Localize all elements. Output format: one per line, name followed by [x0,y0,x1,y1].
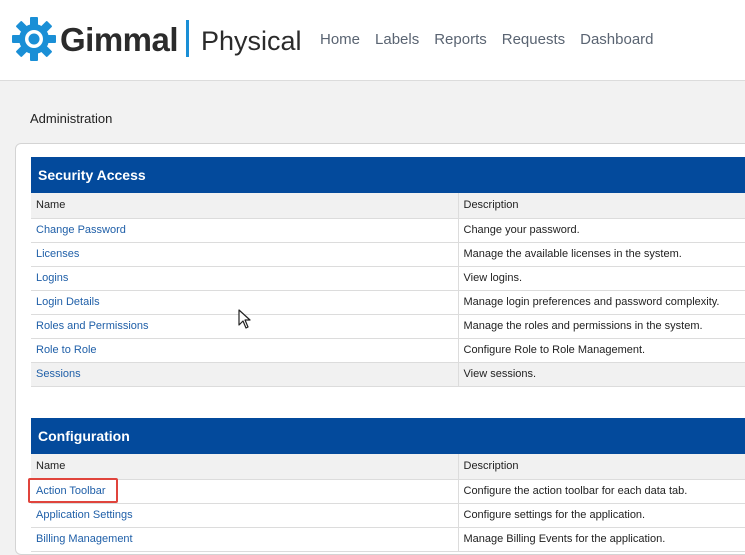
table-row: Licenses Manage the available licenses i… [31,242,745,267]
link-licenses[interactable]: Licenses [36,248,79,260]
section-header-security-access: Security Access [31,157,745,193]
gear-logo-icon [12,17,56,61]
row-description: View logins. [458,266,745,291]
column-header-name[interactable]: Name [31,193,459,219]
link-application-settings[interactable]: Application Settings [36,509,133,521]
link-role-to-role[interactable]: Role to Role [36,344,97,356]
mouse-cursor-icon [238,309,251,329]
highlight-box-action-toolbar [28,478,118,503]
link-logins[interactable]: Logins [36,272,68,284]
table-row: Action Toolbar Configure the action tool… [31,479,745,504]
top-header: Gimmal Physical Home Labels Reports Requ… [0,0,745,81]
table-row: Sessions View sessions. [31,362,745,387]
row-description: Manage Billing Events for the applicatio… [458,527,745,552]
row-description: Configure Role to Role Management. [458,338,745,363]
nav-labels[interactable]: Labels [375,31,419,49]
table-row: Application Settings Configure settings … [31,503,745,528]
table-header-row: Name Description [31,193,745,219]
link-roles-and-permissions[interactable]: Roles and Permissions [36,320,149,332]
nav-home[interactable]: Home [320,31,360,49]
page-title: Administration [30,111,113,126]
table-row: Change Password Change your password. [31,218,745,243]
link-billing-management[interactable]: Billing Management [36,533,133,545]
logo-separator [186,20,189,57]
column-header-name[interactable]: Name [31,454,459,480]
row-description: Manage login preferences and password co… [458,290,745,315]
section-header-configuration: Configuration [31,418,745,454]
nav-reports[interactable]: Reports [434,31,487,49]
row-description: Configure the action toolbar for each da… [458,479,745,504]
link-sessions[interactable]: Sessions [36,368,81,380]
column-header-description[interactable]: Description [458,193,745,219]
security-access-section: Security Access Name Description Change … [31,157,745,387]
product-name: Physical [201,26,302,56]
configuration-table: Name Description Action Toolbar Configur… [31,454,745,552]
column-header-description[interactable]: Description [458,454,745,480]
table-header-row: Name Description [31,454,745,480]
table-row: Roles and Permissions Manage the roles a… [31,314,745,339]
main-nav: Home Labels Reports Requests Dashboard [320,31,654,49]
row-description: Configure settings for the application. [458,503,745,528]
table-row: Login Details Manage login preferences a… [31,290,745,315]
nav-requests[interactable]: Requests [502,31,565,49]
link-change-password[interactable]: Change Password [36,224,126,236]
security-access-table: Name Description Change Password Change … [31,193,745,387]
logo-wordmark[interactable]: Gimmal [60,20,179,60]
row-description: Change your password. [458,218,745,243]
table-row: Logins View logins. [31,266,745,291]
row-description: Manage the available licenses in the sys… [458,242,745,267]
row-description: Manage the roles and permissions in the … [458,314,745,339]
configuration-section: Configuration Name Description Action To… [31,418,745,552]
table-row: Role to Role Configure Role to Role Mana… [31,338,745,363]
table-row: Billing Management Manage Billing Events… [31,527,745,552]
nav-dashboard[interactable]: Dashboard [580,31,653,49]
row-description: View sessions. [458,362,745,387]
link-login-details[interactable]: Login Details [36,296,100,308]
